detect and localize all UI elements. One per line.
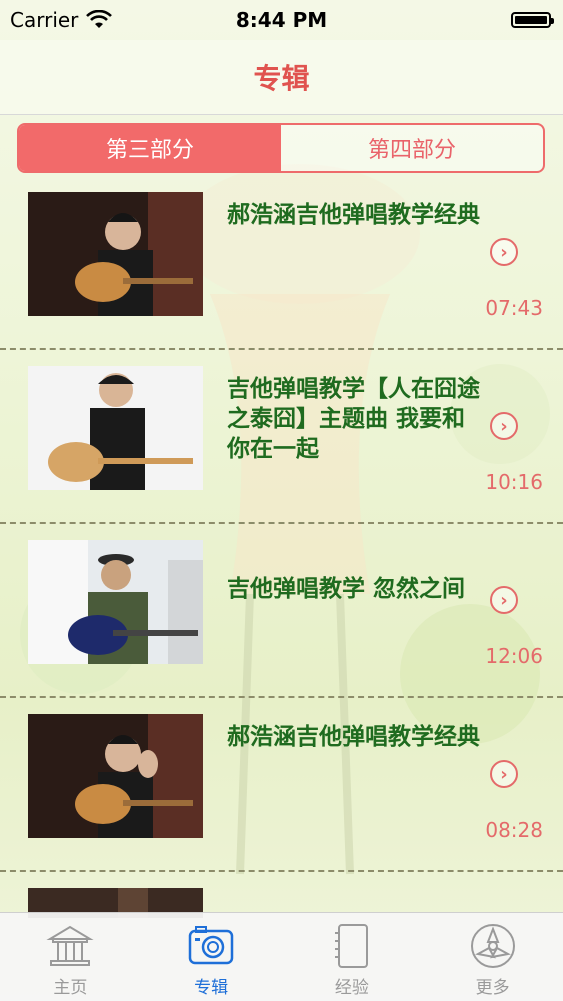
video-thumbnail: [28, 714, 203, 838]
more-icon: [470, 924, 515, 968]
tab-experience[interactable]: 经验: [282, 913, 423, 1001]
tab-label-experience: 经验: [334, 978, 369, 998]
tab-label-home: 主页: [53, 978, 88, 998]
tab-albums[interactable]: 专辑: [141, 913, 282, 1001]
segmented-control: 第三部分 第四部分: [17, 123, 545, 173]
segment-part-four[interactable]: 第四部分: [281, 125, 543, 171]
nav-bar: 专辑: [0, 40, 563, 115]
chevron-right-icon[interactable]: ›: [490, 238, 518, 266]
video-thumbnail: [28, 192, 203, 316]
video-duration: 07:43: [485, 296, 543, 320]
chevron-right-icon[interactable]: ›: [490, 760, 518, 788]
list-item[interactable]: 吉他弹唱教学【人在囧途之泰囧】主题曲 我要和你在一起 › 10:16: [0, 350, 563, 524]
tab-label-more: 更多: [475, 978, 510, 998]
tab-more[interactable]: 更多: [422, 913, 563, 1001]
tab-label-albums: 专辑: [194, 978, 229, 998]
video-duration: 12:06: [485, 644, 543, 668]
notebook-icon: [334, 924, 368, 968]
list-item[interactable]: 郝浩涵吉他弹唱教学经典 › 08:28: [0, 698, 563, 872]
video-list: 郝浩涵吉他弹唱教学经典 › 07:43 吉他弹唱教学【人在囧途之泰囧】主题曲 我…: [0, 176, 563, 932]
tab-home[interactable]: 主页: [0, 913, 141, 1001]
video-title: 郝浩涵吉他弹唱教学经典: [227, 724, 480, 750]
video-title: 郝浩涵吉他弹唱教学经典: [227, 202, 480, 228]
status-bar: Carrier 8:44 PM: [0, 0, 563, 40]
tab-bar: 主页 专辑 经验 更多: [0, 912, 563, 1001]
home-icon: [46, 925, 94, 966]
page-title: 专辑: [253, 62, 310, 95]
video-thumbnail: [28, 540, 203, 664]
battery-icon: [511, 12, 554, 28]
video-title: 吉他弹唱教学【人在囧途之泰囧】主题曲 我要和你在一起: [227, 376, 480, 462]
video-thumbnail: [28, 366, 203, 490]
video-duration: 08:28: [485, 818, 543, 842]
chevron-right-icon[interactable]: ›: [490, 586, 518, 614]
video-title: 吉他弹唱教学 忽然之间: [227, 576, 466, 602]
segment-part-three[interactable]: 第三部分: [19, 125, 281, 171]
video-duration: 10:16: [485, 470, 543, 494]
chevron-right-icon[interactable]: ›: [490, 412, 518, 440]
list-item[interactable]: 郝浩涵吉他弹唱教学经典 › 07:43: [0, 176, 563, 350]
list-item[interactable]: 吉他弹唱教学 忽然之间 › 12:06: [0, 524, 563, 698]
camera-icon: [188, 926, 234, 965]
status-time: 8:44 PM: [235, 8, 328, 32]
